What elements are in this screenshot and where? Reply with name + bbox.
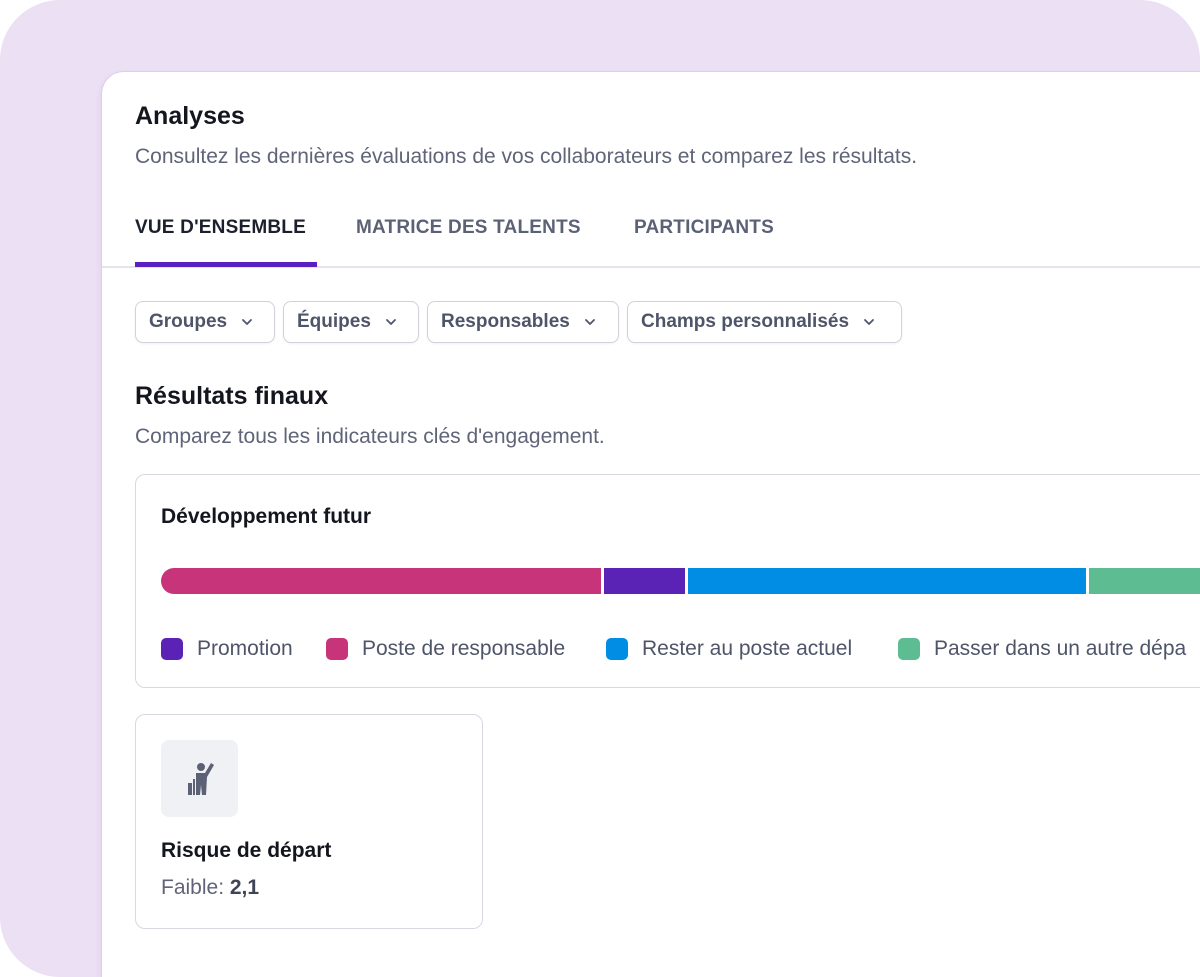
legend-swatch — [898, 638, 920, 660]
bar-segment-3 — [688, 568, 1086, 594]
filter-custom-fields-dropdown[interactable]: Champs personnalisés — [627, 301, 902, 343]
chevron-down-icon — [386, 319, 396, 325]
legend-swatch — [326, 638, 348, 660]
bar-segment-4 — [1089, 568, 1200, 594]
card-title: Développement futur — [161, 505, 372, 528]
legend-label: Promotion — [197, 637, 293, 660]
legend-item-promotion: Promotion — [161, 637, 293, 661]
legend-label: Rester au poste actuel — [642, 637, 853, 660]
departure-risk-card: Risque de départ Faible: 2,1 — [135, 714, 483, 929]
bar-segment-1 — [161, 568, 601, 594]
section-subtitle: Comparez tous les indicateurs clés d'eng… — [135, 425, 605, 448]
stacked-bar — [161, 568, 1200, 594]
tab-overview[interactable]: VUE D'ENSEMBLE — [135, 217, 306, 239]
filter-teams-dropdown[interactable]: Équipes — [283, 301, 419, 343]
risk-value: Faible: 2,1 — [161, 876, 259, 900]
person-waving-icon — [187, 762, 214, 795]
legend-swatch — [606, 638, 628, 660]
legend-label: Poste de responsable — [362, 637, 566, 660]
tab-talent-matrix[interactable]: MATRICE DES TALENTS — [356, 217, 581, 239]
page-background: Analyses Consultez les dernières évaluat… — [0, 0, 1200, 977]
filter-managers-dropdown[interactable]: Responsables — [427, 301, 619, 343]
filter-groups-dropdown[interactable]: Groupes — [135, 301, 275, 343]
legend-item-manager-role: Poste de responsable — [326, 637, 565, 661]
page-title: Analyses — [135, 102, 245, 130]
risk-score: 2,1 — [229, 876, 260, 899]
filter-label: Groupes — [149, 311, 228, 332]
filter-label: Équipes — [297, 311, 371, 332]
page-subtitle: Consultez les dernières évaluations de v… — [135, 145, 918, 168]
tab-bar: VUE D'ENSEMBLE MATRICE DES TALENTS PARTI… — [102, 212, 1200, 268]
legend-label: Passer dans un autre dépa — [934, 637, 1187, 660]
tab-participants[interactable]: PARTICIPANTS — [634, 217, 774, 239]
bar-segment-2 — [604, 568, 685, 594]
legend-item-stay-current-role: Rester au poste actuel — [606, 637, 852, 661]
future-development-card: Développement futur Promotion Poste de r… — [135, 474, 1200, 688]
filter-label: Champs personnalisés — [641, 311, 850, 332]
analytics-panel: Analyses Consultez les dernières évaluat… — [102, 72, 1200, 977]
chevron-down-icon — [864, 319, 874, 325]
risk-title: Risque de départ — [161, 839, 332, 862]
chevron-down-icon — [584, 319, 595, 325]
legend-item-other-department: Passer dans un autre dépa — [898, 637, 1186, 661]
chevron-down-icon — [242, 319, 253, 325]
section-title: Résultats finaux — [135, 382, 329, 410]
risk-value-label: Faible: — [161, 876, 225, 899]
filter-label: Responsables — [441, 311, 570, 332]
active-tab-indicator — [135, 262, 317, 267]
risk-icon-container — [161, 740, 238, 817]
legend-swatch — [161, 638, 183, 660]
